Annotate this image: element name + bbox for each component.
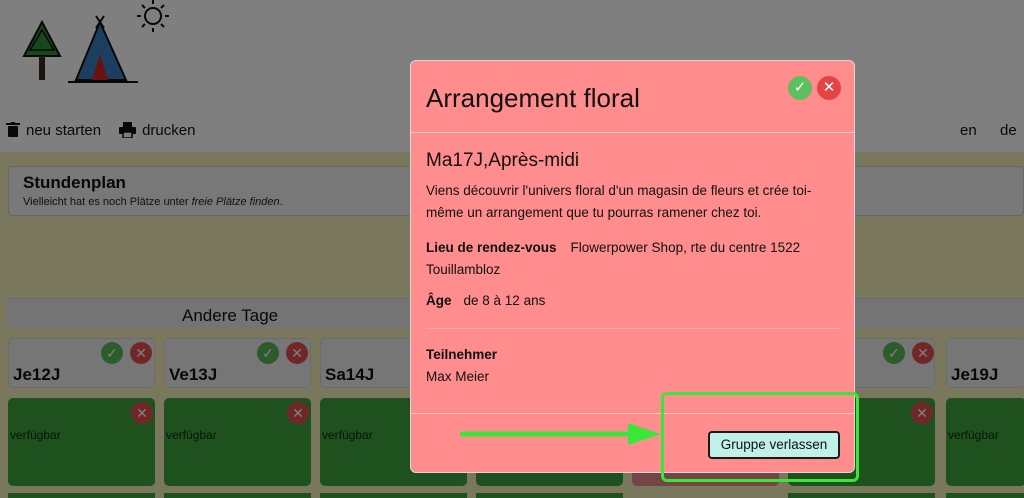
modal-subtitle: Ma17J,Après-midi [426, 150, 580, 171]
arrow-right-icon [460, 423, 661, 445]
meeting-point: Lieu de rendez-vous Flowerpower Shop, rte… [426, 237, 846, 281]
highlight-box [661, 392, 859, 482]
age-value: de 8 à 12 ans [463, 293, 546, 308]
divider [426, 328, 841, 329]
participants-label: Teilnehmer [426, 347, 498, 362]
age-range: Âge de 8 à 12 ans [426, 293, 545, 308]
meeting-label: Lieu de rendez-vous [426, 240, 557, 255]
age-label: Âge [426, 293, 452, 308]
participant-name: Max Meier [426, 369, 490, 384]
close-icon[interactable]: ✕ [817, 76, 841, 100]
modal-title: Arrangement floral [426, 83, 640, 113]
modal-description: Viens découvrir l'univers floral d'un ma… [426, 183, 812, 220]
divider [411, 132, 854, 133]
check-icon[interactable]: ✓ [788, 76, 812, 100]
